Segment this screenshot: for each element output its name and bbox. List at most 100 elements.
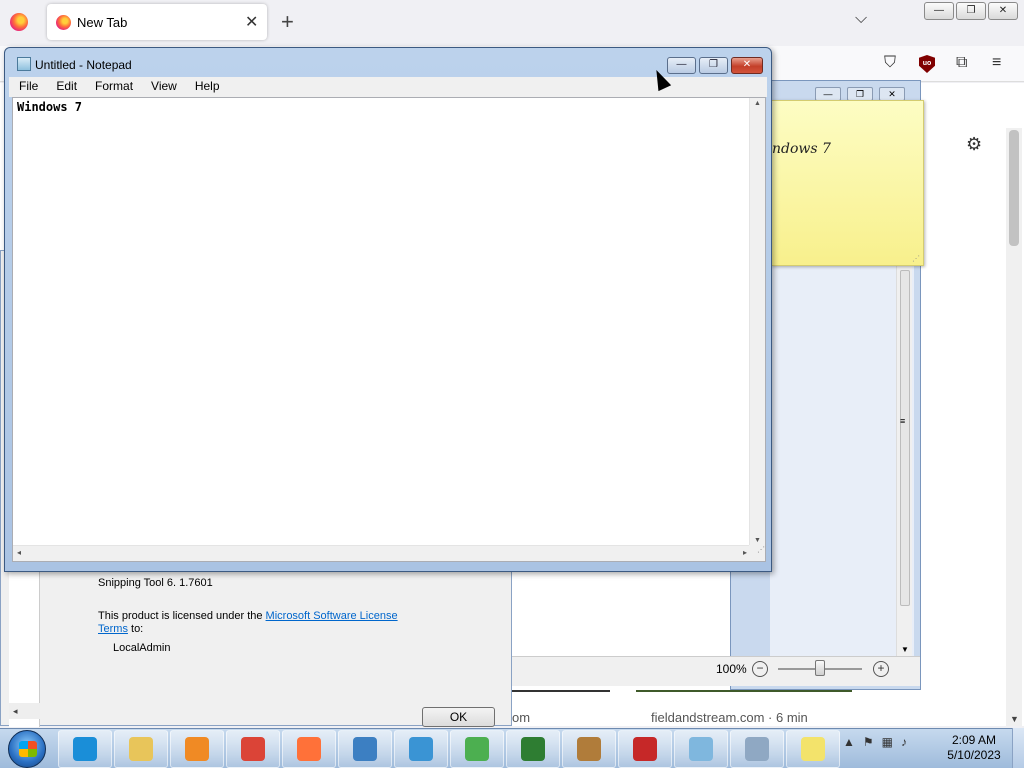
menu-edit[interactable]: Edit <box>46 77 85 97</box>
menu-file[interactable]: File <box>9 77 46 97</box>
action-center-flag-icon[interactable]: ⚑ <box>863 735 874 749</box>
minimize-button[interactable]: — <box>815 87 841 101</box>
system-tray: ▲ ⚑ ▦ ♪ <box>843 735 907 749</box>
extensions-icon[interactable]: ⧉ <box>956 54 967 72</box>
sticky-note-text[interactable]: ndows 7 <box>772 141 831 157</box>
editor-content[interactable]: Windows 7 <box>17 100 82 114</box>
scrollbar-thumb[interactable] <box>900 270 910 606</box>
vertical-scrollbar[interactable]: ▲ ▼ <box>749 98 765 546</box>
calculator-icon <box>745 737 769 761</box>
taskbar-app-task-manager[interactable] <box>506 730 560 768</box>
firefox-icon <box>56 15 71 30</box>
show-hidden-icons-button[interactable]: ▲ <box>843 735 855 749</box>
scroll-left-icon[interactable]: ◂ <box>17 548 21 557</box>
scroll-up-icon[interactable]: ▲ <box>754 100 761 107</box>
zoom-in-button[interactable]: + <box>873 661 889 677</box>
settings-gear-icon[interactable]: ⚙ <box>966 134 982 155</box>
clock-date: 5/10/2023 <box>947 748 1001 762</box>
ok-button[interactable]: OK <box>422 707 495 727</box>
tab-new-tab[interactable]: New Tab ✕ <box>47 4 267 40</box>
media-player-icon <box>185 737 209 761</box>
license-prefix: This product is licensed under the <box>98 610 266 622</box>
zoom-slider-thumb[interactable] <box>815 660 825 676</box>
volume-icon[interactable]: ♪ <box>901 735 907 749</box>
minimize-button[interactable]: — <box>667 57 696 74</box>
close-button[interactable]: ✕ <box>731 57 763 74</box>
control-panel-icon <box>353 737 377 761</box>
paint-icon <box>577 737 601 761</box>
taskbar-app-windows-logo-green[interactable] <box>450 730 504 768</box>
licensed-user: LocalAdmin <box>113 642 171 654</box>
notepad-window: Untitled - Notepad — ❐ ✕ File Edit Forma… <box>4 47 772 572</box>
menu-help[interactable]: Help <box>185 77 228 97</box>
windows-explorer-icon <box>129 737 153 761</box>
background-window-controls: — ❐ ✕ <box>815 87 905 101</box>
license-text: This product is licensed under the Micro… <box>98 610 418 636</box>
news-source-left: om <box>512 710 531 725</box>
scroll-down-icon[interactable]: ▼ <box>1010 714 1019 724</box>
taskbar-app-sticky-notes[interactable] <box>786 730 840 768</box>
pocket-icon[interactable]: ⛉ <box>884 54 896 72</box>
zoom-out-button[interactable]: − <box>752 661 768 677</box>
news-source-right: fieldandstream.com · 6 min <box>651 710 808 725</box>
maximize-button[interactable]: ❐ <box>699 57 728 74</box>
scrollbar-thumb[interactable] <box>1009 130 1019 246</box>
windows-logo-green-icon <box>465 737 489 761</box>
windows-logo-icon <box>19 741 37 757</box>
close-button[interactable]: ✕ <box>988 2 1018 20</box>
scroll-right-icon[interactable]: ▸ <box>743 548 747 557</box>
taskbar-app-chrome[interactable] <box>226 730 280 768</box>
windows-update-icon <box>409 737 433 761</box>
minimize-button[interactable]: — <box>924 2 954 20</box>
taskbar-app-snipping-tool[interactable] <box>618 730 672 768</box>
scroll-down-icon[interactable]: ▼ <box>754 537 761 544</box>
taskbar-app-internet-explorer[interactable] <box>58 730 112 768</box>
restore-button[interactable]: ❐ <box>847 87 873 101</box>
menu-view[interactable]: View <box>141 77 185 97</box>
firefox-menu-icon[interactable] <box>10 13 28 31</box>
taskbar-app-media-player[interactable] <box>170 730 224 768</box>
vertical-scrollbar[interactable]: ≡ ▼ <box>896 266 912 656</box>
taskbar-app-calculator[interactable] <box>730 730 784 768</box>
resize-grip-icon[interactable]: ⋰ <box>912 254 920 263</box>
menu-format[interactable]: Format <box>85 77 141 97</box>
sticky-note[interactable]: ndows 7 ⋰ <box>771 100 924 266</box>
new-tab-button[interactable]: + <box>281 9 294 35</box>
restore-button[interactable]: ❐ <box>956 2 986 20</box>
notepad-icon <box>689 737 713 761</box>
taskbar-app-windows-explorer[interactable] <box>114 730 168 768</box>
scrollbar-grip-icon: ≡ <box>900 416 906 426</box>
taskbar-app-paint[interactable] <box>562 730 616 768</box>
clock-time: 2:09 AM <box>951 733 997 747</box>
show-desktop-button[interactable] <box>1012 728 1024 768</box>
list-all-tabs-icon[interactable]: ⌵ <box>855 10 867 28</box>
notepad-icon[interactable] <box>17 57 31 71</box>
taskbar-app-notepad[interactable] <box>674 730 728 768</box>
zoom-level: 100% <box>716 662 747 676</box>
close-tab-icon[interactable]: ✕ <box>245 12 258 32</box>
taskbar-app-control-panel[interactable] <box>338 730 392 768</box>
firefox-tabbar: New Tab ✕ + ⌵ — ❐ ✕ <box>0 0 1024 46</box>
snipping-tool-icon <box>633 737 657 761</box>
resize-grip-icon[interactable]: ⋰ <box>749 545 765 561</box>
system-clock[interactable]: 2:09 AM 5/10/2023 <box>944 733 1004 763</box>
task-manager-icon <box>521 737 545 761</box>
scroll-down-icon[interactable]: ▼ <box>901 645 909 654</box>
internet-explorer-icon <box>73 737 97 761</box>
sticky-notes-icon <box>801 737 825 761</box>
chrome-icon <box>241 737 265 761</box>
text-editor-area[interactable]: Windows 7 ▲ ▼ ◂ ▸ ⋰ <box>12 97 766 562</box>
horizontal-scrollbar[interactable]: ◂ ▸ <box>13 545 751 561</box>
license-suffix: to: <box>127 623 144 635</box>
close-button[interactable]: ✕ <box>879 87 905 101</box>
taskbar-app-windows-update[interactable] <box>394 730 448 768</box>
background-window-content <box>770 266 914 656</box>
taskbar-app-firefox[interactable] <box>282 730 336 768</box>
firefox-window-controls: — ❐ ✕ <box>924 2 1018 20</box>
window-title: Untitled - Notepad <box>35 58 132 72</box>
snipping-tool-version: Snipping Tool 6. 1.7601 <box>98 577 213 589</box>
scroll-left-icon[interactable]: ◂ <box>9 703 40 719</box>
firefox-scrollbar[interactable]: ▼ <box>1006 128 1022 726</box>
network-icon[interactable]: ▦ <box>882 735 893 749</box>
app-menu-icon[interactable]: ≡ <box>992 54 1001 72</box>
